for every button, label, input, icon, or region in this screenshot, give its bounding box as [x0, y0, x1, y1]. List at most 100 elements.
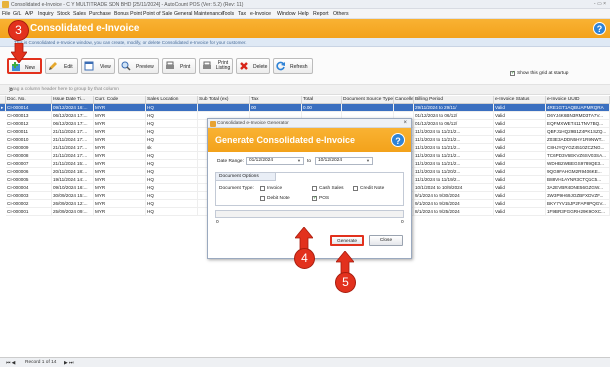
table-cell[interactable]: HQ	[146, 152, 198, 160]
table-cell[interactable]	[394, 104, 414, 112]
refresh-button[interactable]: Refresh	[273, 58, 313, 74]
table-cell[interactable]: 11/1/2024 to 11/21/2...	[414, 152, 494, 160]
menu-ap[interactable]: A/P	[25, 11, 33, 17]
table-cell[interactable]: Z03E3ADDN5HY1R9NWT...	[546, 136, 610, 144]
show-grid-checkbox[interactable]	[510, 70, 515, 76]
col-doc-no[interactable]: Doc. No.	[6, 96, 52, 104]
table-cell[interactable]: C8HJYQYGZ4510ZCZNG...	[546, 144, 610, 152]
table-cell[interactable]: Valid	[494, 104, 546, 112]
table-cell[interactable]: HQ	[146, 200, 198, 208]
table-cell[interactable]: Valid	[494, 128, 546, 136]
table-cell[interactable]: Valid	[494, 160, 546, 168]
print-button[interactable]: Print	[162, 58, 196, 74]
table-cell[interactable]: 8/1/2024 to 9/25/2024	[414, 208, 494, 216]
table-cell[interactable]: CI-000004	[6, 184, 52, 192]
menu-gl[interactable]: G/L	[13, 11, 21, 17]
table-cell[interactable]: 3A2EVBR4DNE56GZGW...	[546, 184, 610, 192]
pos-checkbox[interactable]	[312, 195, 317, 201]
help-icon[interactable]: ?	[593, 22, 606, 35]
table-cell[interactable]: CI-000014	[6, 104, 52, 112]
preview-button[interactable]: Preview	[118, 58, 159, 74]
table-cell[interactable]: 11/1/2024 to 11/21/2...	[414, 144, 494, 152]
menu-stock[interactable]: Stock	[57, 11, 70, 17]
table-cell[interactable]: 21/11/2024 17:...	[52, 136, 94, 144]
table-cell[interactable]: QBFJ1HQ29B1Z4PK1SZQ...	[546, 128, 610, 136]
table-cell[interactable]: Valid	[494, 184, 546, 192]
table-cell[interactable]: CI-000003	[6, 192, 52, 200]
table-cell[interactable]: 21/11/2024 15:...	[52, 160, 94, 168]
nav-first-prev-icon[interactable]: ⏮ ◀	[6, 360, 15, 366]
col-doc-source-type[interactable]: Document Source Type	[342, 96, 394, 104]
table-cell[interactable]: 06/12/2024 17:...	[52, 112, 94, 120]
table-cell[interactable]: Valid	[494, 192, 546, 200]
table-cell[interactable]: HQ	[146, 176, 198, 184]
table-cell[interactable]: Valid	[494, 120, 546, 128]
table-cell[interactable]: 21/11/2024 17:...	[52, 152, 94, 160]
table-cell[interactable]: 1F9BR3FGGRH29K9OXC...	[546, 208, 610, 216]
table-cell[interactable]	[198, 104, 250, 112]
table-cell[interactable]: 11/1/2024 to 11/21/2...	[414, 128, 494, 136]
table-cell[interactable]: 3W3P9H69JOZBFXDVZF...	[546, 192, 610, 200]
table-cell[interactable]: CI-000001	[6, 208, 52, 216]
table-cell[interactable]: 01/12/2024 to 06/12/	[414, 112, 494, 120]
table-cell[interactable]: MYR	[94, 144, 146, 152]
table-cell[interactable]: 11/1/2024 to 11/21/2...	[414, 160, 494, 168]
table-cell[interactable]: 21/11/2024 17:...	[52, 144, 94, 152]
table-cell[interactable]: Valid	[494, 200, 546, 208]
menu-purchase[interactable]: Purchase	[89, 11, 111, 17]
table-cell[interactable]: 20/11/2024 18:...	[52, 168, 94, 176]
table-cell[interactable]: MYR	[94, 168, 146, 176]
table-cell[interactable]: CI-000011	[6, 128, 52, 136]
table-cell[interactable]: MYR	[94, 136, 146, 144]
menu-sales[interactable]: Sales	[73, 11, 86, 17]
table-cell[interactable]: HQ	[146, 128, 198, 136]
table-cell[interactable]: 9QG9FAHGM2R9406KE...	[546, 168, 610, 176]
table-cell[interactable]: MYR	[94, 184, 146, 192]
invoice-checkbox[interactable]	[260, 186, 265, 191]
date-to-field[interactable]: 10/12/2024 ▼	[315, 157, 373, 165]
close-button[interactable]: Close	[369, 235, 403, 246]
edit-button[interactable]: Edit	[45, 58, 78, 74]
table-cell[interactable]: 01/12/2024 to 06/12/	[414, 120, 494, 128]
table-cell[interactable]: MYR	[94, 176, 146, 184]
table-cell[interactable]: HQ	[146, 120, 198, 128]
table-cell[interactable]: CI-000007	[6, 160, 52, 168]
cash-sales-checkbox[interactable]	[312, 186, 317, 191]
col-einvoice-status[interactable]: e-Invoice Status	[494, 96, 546, 104]
table-cell[interactable]: 09/12/2024 16:...	[52, 104, 94, 112]
search-icon[interactable]: ⌕	[9, 85, 604, 95]
generate-button[interactable]: Generate	[330, 235, 364, 246]
table-cell[interactable]: CI-000013	[6, 112, 52, 120]
menu-general-maintenance[interactable]: General Maintenance	[174, 11, 224, 17]
credit-note-checkbox[interactable]	[353, 186, 358, 191]
col-einvoice-uuid[interactable]: e-Invoice UUID	[546, 96, 610, 104]
menu-inquiry[interactable]: Inquiry	[38, 11, 54, 17]
table-cell[interactable]: Valid	[494, 136, 546, 144]
table-cell[interactable]: 4RE1GT1AQBUAPMRQRA	[546, 104, 610, 112]
table-cell[interactable]: CI-000002	[6, 200, 52, 208]
table-cell[interactable]: CI-000005	[6, 176, 52, 184]
table-cell[interactable]: MYR	[94, 192, 146, 200]
table-cell[interactable]: 29/11/2024 to 29/11/	[414, 104, 494, 112]
table-cell[interactable]: 21/11/2024 17:...	[52, 128, 94, 136]
col-issue-date[interactable]: Issue Date Ti...	[52, 96, 94, 104]
menu-report[interactable]: Report	[313, 11, 329, 17]
table-cell[interactable]: Valid	[494, 208, 546, 216]
window-controls[interactable]: - ▭ ×	[594, 1, 606, 7]
table-cell[interactable]: sk	[146, 144, 198, 152]
menu-einvoice[interactable]: e-Invoice	[250, 11, 271, 17]
table-cell[interactable]: HQ	[146, 160, 198, 168]
table-cell[interactable]: 06/12/2024 17:...	[52, 120, 94, 128]
table-cell[interactable]: CI-000006	[6, 168, 52, 176]
col-tax[interactable]: Tax	[250, 96, 302, 104]
table-cell[interactable]: 11/1/2024 to 11/20/2...	[414, 168, 494, 176]
table-cell[interactable]: 25/09/2024 09:...	[52, 208, 94, 216]
table-cell[interactable]: 19/11/2024 14:...	[52, 176, 94, 184]
table-cell[interactable]: HQ	[146, 192, 198, 200]
group-by-panel[interactable]: Drag a column header here to group by th…	[0, 85, 610, 95]
col-sub-total[interactable]: Sub Total (ex)	[198, 96, 250, 104]
table-cell[interactable]: EQFMXWET411TNV7BQ...	[546, 120, 610, 128]
table-cell[interactable]: 11/1/2024 to 11/19/2...	[414, 176, 494, 184]
debit-note-checkbox[interactable]	[260, 196, 265, 201]
table-cell[interactable]: 11/1/2024 to 11/21/2...	[414, 136, 494, 144]
